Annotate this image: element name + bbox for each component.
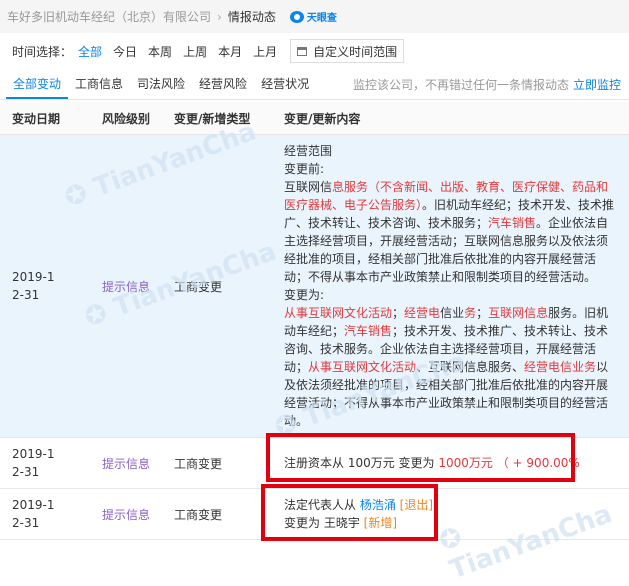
time-filter-bar: 时间选择： 全部 今日 本周 上周 本月 上月 自定义时间范围 — [0, 35, 629, 67]
change-type: 工商变更 — [162, 437, 272, 489]
custom-range-label: 自定义时间范围 — [313, 44, 398, 59]
table-row: 2019-12-31 提示信息 工商变更 注册资本从 100万元 变更为 100… — [0, 437, 629, 489]
time-option-today[interactable]: 今日 — [113, 43, 137, 60]
tab-business-info[interactable]: 工商信息 — [68, 70, 130, 99]
exit-tag: [退出] — [399, 498, 434, 512]
brand-logo: 天眼查 — [289, 9, 337, 24]
risk-level: 提示信息 — [90, 437, 162, 489]
content-segment: 息服务 — [332, 180, 369, 194]
content-segment: 信业 — [440, 306, 465, 320]
table-header-row: 变动日期 风险级别 变更/新增类型 变更/更新内容 — [0, 102, 629, 135]
content-segment: 务 — [464, 306, 477, 320]
risk-level: 提示信息 — [90, 488, 162, 540]
legal-rep-change-content: 法定代表人从 杨浩涌 [退出] 变更为 王晓宇 [新增] — [272, 488, 629, 540]
capital-change-percent: （ + 900.00% — [496, 456, 580, 470]
content-title: 经营范围 — [284, 144, 333, 158]
content-segment: 、互联网信息服务、 — [416, 360, 525, 374]
change-type: 工商变更 — [162, 134, 272, 438]
category-tabs: 全部变动 工商信息 司法风险 经营风险 经营状况 监控该公司，不再错过任何一条情… — [0, 70, 629, 100]
tab-judicial-risk[interactable]: 司法风险 — [130, 70, 192, 99]
breadcrumb-company[interactable]: 车好多旧机动车经纪（北京）有限公司 — [7, 8, 211, 25]
header-date: 变动日期 — [0, 102, 90, 135]
content-segment: 汽车销售 — [488, 216, 537, 230]
time-option-this-week[interactable]: 本周 — [148, 43, 172, 60]
before-text: 互联网信息服务（不含新闻、出版、教育、医疗保健、药品和医疗器械、电子公告服务）。… — [284, 178, 619, 286]
eye-icon — [289, 10, 304, 23]
breadcrumb-current: 情报动态 — [227, 10, 276, 24]
brand-name: 天眼查 — [306, 13, 337, 24]
calendar-icon — [297, 46, 308, 56]
content-segment: 经营电信业务 — [524, 360, 597, 374]
capital-prefix: 注册资本从 100万元 变更为 — [284, 456, 439, 470]
content-segment: 互联网信 — [284, 180, 333, 194]
monitor-notice: 监控该公司，不再错过任何一条情报动态 立即监控 — [353, 76, 629, 93]
header-change-content: 变更/更新内容 — [272, 102, 629, 135]
content-segment: 互联网信息 — [488, 306, 549, 320]
after-text: 从事互联网文化活动；经营电信业务；互联网信息服务。旧机动车经纪；汽车销售；技术开… — [284, 304, 619, 430]
header-risk-level: 风险级别 — [90, 102, 162, 135]
tab-operating-risk[interactable]: 经营风险 — [192, 70, 254, 99]
change-type: 工商变更 — [162, 488, 272, 540]
custom-range-button[interactable]: 自定义时间范围 — [290, 39, 405, 63]
change-date: 2019-12-31 — [12, 498, 55, 530]
monitor-now-link[interactable]: 立即监控 — [573, 78, 621, 92]
table-row: 2019-12-31 提示信息 工商变更 法定代表人从 杨浩涌 [退出] 变更为… — [0, 488, 629, 540]
content-segment: 从事互联网文化活动 — [308, 360, 417, 374]
tab-all-changes[interactable]: 全部变动 — [6, 70, 69, 99]
header-change-type: 变更/新增类型 — [162, 102, 272, 135]
time-option-all[interactable]: 全部 — [78, 43, 102, 60]
table-row: 2019-12-31 提示信息 工商变更 经营范围 变更前: 互联网信息服务（不… — [0, 134, 629, 438]
risk-level: 提示信息 — [90, 134, 162, 438]
change-content: 经营范围 变更前: 互联网信息服务（不含新闻、出版、教育、医疗保健、药品和医疗器… — [272, 134, 629, 438]
content-segment: ； — [476, 306, 489, 320]
content-segment: 经营电 — [404, 306, 441, 320]
breadcrumb-separator-icon: › — [217, 9, 222, 24]
changes-table: 变动日期 风险级别 变更/新增类型 变更/更新内容 2019-12-31 提示信… — [0, 102, 629, 540]
change-date: 2019-12-31 — [12, 447, 55, 479]
legal-mid: 变更为 王晓宇 — [284, 516, 364, 530]
content-segment: 从事互联网 — [284, 306, 345, 320]
time-filter-label: 时间选择： — [12, 44, 73, 59]
time-option-last-week[interactable]: 上周 — [183, 43, 207, 60]
content-segment: 汽车销售 — [344, 324, 393, 338]
tab-operating-status[interactable]: 经营状况 — [254, 70, 316, 99]
legal-old-name-link[interactable]: 杨浩涌 — [360, 498, 396, 512]
content-segment: ； — [392, 306, 405, 320]
new-tag: [新增] — [363, 516, 398, 530]
legal-prefix: 法定代表人从 — [284, 498, 360, 512]
monitor-notice-text: 监控该公司，不再错过任何一条情报动态 — [352, 78, 569, 92]
time-option-last-month[interactable]: 上月 — [253, 43, 277, 60]
capital-new-value: 1000万元 — [438, 456, 493, 470]
after-label: 变更为: — [284, 288, 325, 302]
change-date: 2019-12-31 — [12, 270, 55, 302]
before-label: 变更前: — [284, 162, 325, 176]
breadcrumb: 车好多旧机动车经纪（北京）有限公司 › 情报动态 天眼查 — [0, 0, 629, 33]
capital-change-content: 注册资本从 100万元 变更为 1000万元 （ + 900.00% — [272, 437, 629, 489]
content-segment: 文化活动 — [344, 306, 393, 320]
time-option-this-month[interactable]: 本月 — [218, 43, 242, 60]
